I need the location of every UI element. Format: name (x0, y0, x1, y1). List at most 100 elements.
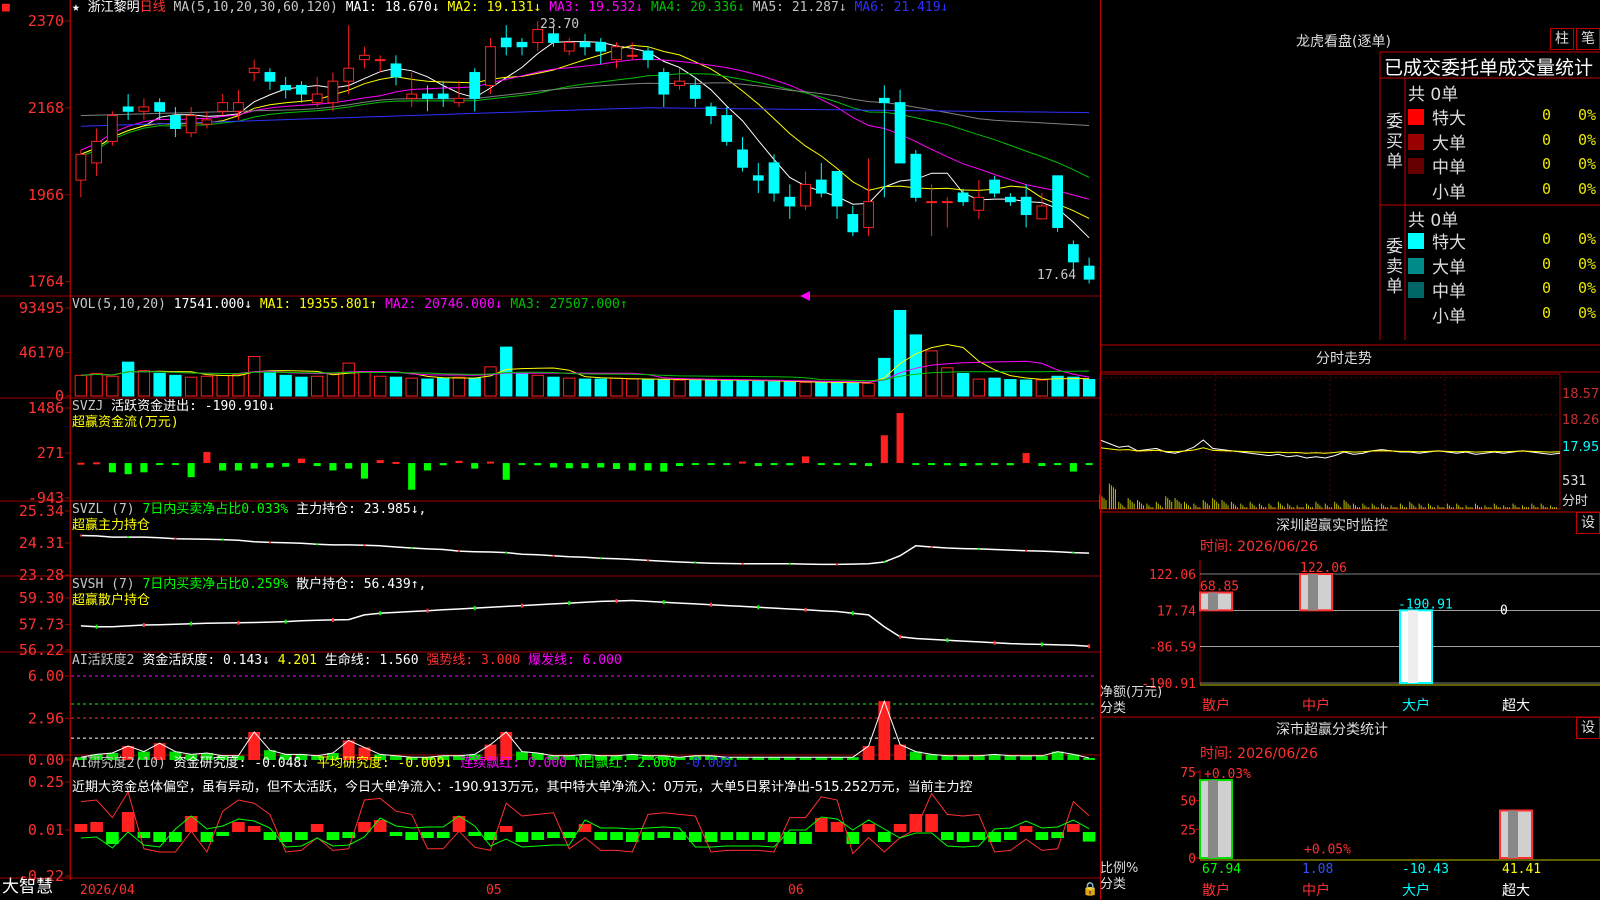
volume-bar (374, 375, 387, 397)
volume-bar (673, 379, 686, 397)
legend-item: N日飘红: 2.000 (574, 756, 685, 771)
candle-body (642, 50, 654, 61)
row-label: 小单 (1432, 182, 1466, 203)
sz-class-settings-button[interactable]: 设 (1576, 717, 1600, 739)
y-tick-label: 2370 (28, 12, 64, 30)
position-dot (457, 550, 460, 553)
buy-row: 小单 0 0% (1404, 178, 1600, 203)
buy-row: 中单 0 0% (1404, 153, 1600, 178)
bar-mode-button[interactable]: 柱 (1550, 28, 1574, 50)
volume-bar (295, 376, 308, 397)
legend-item: MA4: 20.336↓ (650, 0, 753, 15)
flow-bar (439, 463, 447, 466)
flow-bar (691, 463, 699, 466)
research-bar (688, 832, 702, 842)
candle-body (768, 162, 780, 194)
ma3-line (80, 58, 1090, 200)
monitor-value-label: 68.85 (1200, 580, 1239, 595)
research-bar (326, 832, 340, 840)
activity-bar (862, 746, 875, 760)
tick-mode-button[interactable]: 笔 (1576, 28, 1600, 50)
candle-body (863, 201, 874, 228)
position-dot (316, 543, 319, 546)
monitor-bar-shade (1308, 574, 1318, 611)
pane-subtitle-svsh: 超赢散户持仓 (72, 593, 151, 608)
indicator-legend: VOL(5,10,20) 17541.000↓ MA1: 19355.801↑ … (72, 297, 628, 312)
date-may: 05 (486, 883, 502, 898)
monitor-ytick: 122.06 (1149, 568, 1196, 583)
axis-divider (70, 0, 71, 880)
panel-divider (1100, 0, 1101, 900)
buy-orders-label: 委买单 (1386, 112, 1403, 172)
activity-bar (878, 701, 891, 760)
candle-body (296, 84, 307, 95)
volume-bar (137, 370, 151, 397)
sz-monitor-settings-button[interactable]: 设 (1576, 512, 1600, 534)
candle-body (1020, 196, 1032, 216)
app-logo: 大智慧 (2, 877, 53, 897)
flow-bar (140, 463, 148, 473)
flow-bar (628, 463, 636, 471)
period-label: 日线 (139, 0, 166, 15)
y-tick-label: 0.00 (28, 751, 64, 769)
buy-row: 特大 0 0% (1404, 104, 1600, 129)
volume-bar (610, 377, 623, 397)
high-price-label: 23.70 (540, 17, 579, 32)
position-dot (363, 544, 366, 547)
research-bar (421, 832, 434, 838)
position-dot (804, 607, 807, 612)
research-bar (232, 822, 245, 832)
research-bar (736, 832, 749, 840)
class-ytick: 50 (1180, 795, 1196, 810)
position-dot (331, 617, 334, 622)
dragon-subtitle: 已成交委托单成交量统计 (1384, 57, 1594, 79)
row-pct: 0% (1578, 155, 1597, 173)
flow-bar (77, 462, 85, 465)
research-bar (893, 824, 907, 832)
volume-bar (468, 377, 481, 397)
position-dot (95, 624, 98, 629)
lock-icon[interactable]: 🔒 (1082, 882, 1098, 897)
row-count: 0 (1542, 279, 1552, 297)
menu-icon[interactable]: ■ (2, 0, 10, 15)
volume-bar (956, 372, 970, 397)
position-dot (79, 534, 82, 537)
flow-bar (723, 463, 731, 466)
legend-item: 爆发线: 6.000 (527, 653, 622, 668)
legend-item: 17541.000↓ (173, 297, 260, 312)
volume-bar (106, 375, 119, 397)
flow-bar (266, 463, 274, 468)
position-dot (237, 620, 240, 625)
research-bar (247, 826, 261, 832)
candle-body (815, 179, 827, 194)
volume-bar (452, 376, 466, 397)
flow-bar (565, 463, 573, 469)
intraday-ytick: 17.95 (1562, 440, 1600, 455)
y-tick-label: 2.96 (28, 710, 64, 728)
row-count: 0 (1542, 179, 1552, 198)
monitor-ytick: 17.74 (1157, 604, 1196, 619)
candle-body (563, 41, 575, 52)
indicator-name: AI研究度2(10) (72, 756, 174, 771)
research-bar (373, 820, 387, 832)
candle-body (359, 54, 370, 61)
flow-bar (833, 463, 841, 466)
candle-body (1083, 265, 1095, 280)
research-bar (783, 832, 797, 844)
flow-bar (486, 461, 495, 464)
indicator-legend: AI研究度2(10) 资金研究度: -0.048↓ 平均研究度: -0.009↓… (72, 756, 739, 771)
research-bar (878, 832, 891, 842)
research-bar (184, 816, 198, 832)
y-tick-label: 46170 (19, 344, 64, 362)
monitor-value-label: 122.06 (1300, 561, 1347, 576)
candle-body (1036, 205, 1048, 220)
position-dot (1040, 642, 1043, 647)
position-dot (410, 546, 413, 549)
candle-body (973, 196, 985, 211)
sz-monitor-xlabel: 分类 (1100, 701, 1127, 716)
candle-body (122, 106, 134, 112)
flow-bar (612, 463, 621, 469)
flow-bar (581, 463, 589, 469)
monitor-bar-shade (1408, 610, 1418, 683)
flow-bar (549, 463, 558, 468)
